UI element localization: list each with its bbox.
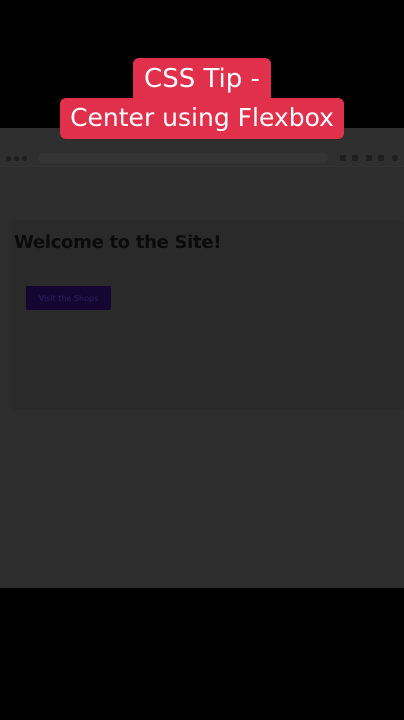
visit-shops-button[interactable]: Visit the Shops	[26, 286, 111, 310]
bookmark-icon[interactable]	[340, 155, 346, 161]
caption-line-1: CSS Tip -	[133, 58, 271, 99]
extensions-icon[interactable]	[352, 155, 358, 161]
reload-icon[interactable]	[22, 156, 27, 161]
video-caption: CSS Tip - Center using Flexbox	[0, 58, 404, 139]
browser-screenshot: Welcome to the Site! Visit the Shops	[0, 128, 404, 588]
avatar[interactable]	[392, 155, 398, 161]
caption-line-2: Center using Flexbox	[60, 98, 344, 139]
menu-icon[interactable]	[378, 155, 384, 161]
profile-icon[interactable]	[366, 155, 372, 161]
page-title: Welcome to the Site!	[14, 232, 222, 253]
forward-icon[interactable]	[14, 156, 19, 161]
back-icon[interactable]	[6, 156, 11, 161]
address-bar[interactable]	[38, 153, 328, 163]
